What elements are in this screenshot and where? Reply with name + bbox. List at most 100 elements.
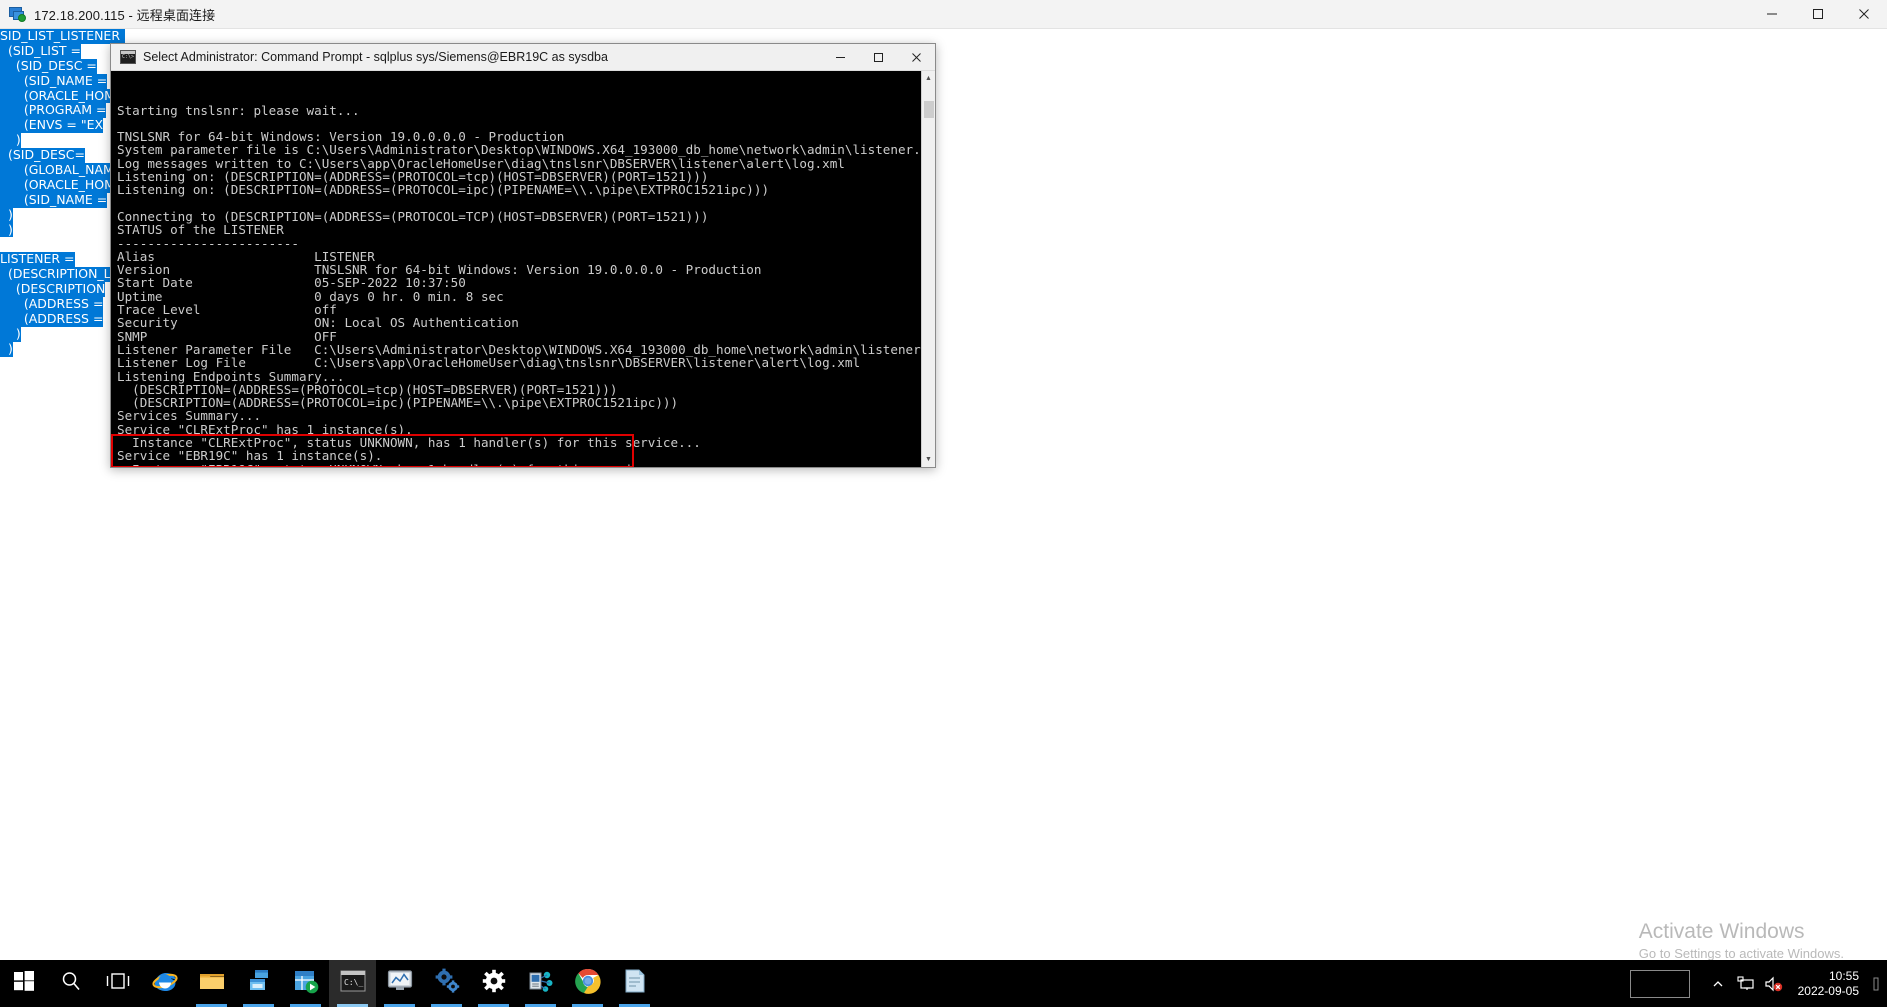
console-line: Alias LISTENER [117,248,375,264]
console-line: SNMP OFF [117,328,337,344]
volume-muted-icon[interactable] [1760,960,1788,1007]
taskbar-item-database-tool[interactable] [282,960,329,1007]
clock-time: 10:55 [1828,968,1859,983]
listener-ora-editor-text[interactable]: SID_LIST_LISTENER = (SID_LIST = (SID_DES… [0,29,125,357]
selected-text: (SID_DESC = [0,57,97,74]
editor-line: ) [0,325,125,342]
taskbar-item-settings-app[interactable] [470,960,517,1007]
selected-text: ) [0,132,21,149]
console-titlebar[interactable]: Select Administrator: Command Prompt - s… [111,44,935,71]
database-play-icon [293,968,319,999]
clock[interactable]: 10:55 2022-09-05 [1788,960,1871,1007]
taskbar-item-settings-gears[interactable] [423,960,470,1007]
console-output-text[interactable]: Starting tnslsnr: please wait... TNSLSNR… [111,71,921,467]
network-config-icon [528,968,554,999]
console-line: Instance "EBR19C", status UNKNOWN, has 1… [117,462,921,467]
selected-text: (GLOBAL_NAME [0,162,122,178]
notification-center-button[interactable] [1871,960,1881,1007]
network-icon[interactable] [1732,960,1760,1007]
scroll-up-arrow-icon[interactable]: ▲ [922,71,936,86]
editor-line: (ADDRESS = [0,296,125,312]
selected-text: ) [0,206,13,223]
selected-text: (DESCRIPTION_LI [0,266,115,283]
editor-line: (ADDRESS = [0,310,125,327]
console-line: Security ON: Local OS Authentication [117,315,519,331]
rdp-window-controls [1749,0,1887,29]
taskbar-item-command-prompt[interactable]: C:\_ [329,960,376,1007]
editor-line: (DESCRIPTION [0,281,125,298]
monitor-chart-icon [387,969,413,998]
editor-line: (SID_NAME = [0,192,125,208]
taskbar-item-search-button[interactable] [47,960,94,1007]
selected-text: SID_LIST_LISTENER = [0,29,125,44]
sql-developer-icon [246,968,272,999]
tray-input-indicator[interactable] [1629,969,1690,998]
rdp-close-button[interactable] [1841,0,1887,29]
console-window-controls [821,44,935,71]
editor-line: SID_LIST_LISTENER = [0,29,125,44]
show-hidden-icons-button[interactable] [1704,960,1732,1007]
console-line: Version TNSLSNR for 64-bit Windows: Vers… [117,262,762,278]
editor-line: (PROGRAM = [0,103,125,119]
taskbar-item-start-button[interactable] [0,960,47,1007]
selected-text: ) [0,325,21,342]
taskbar-item-notepad[interactable] [611,960,658,1007]
console-line: Connecting to (DESCRIPTION=(ADDRESS=(PRO… [117,208,709,224]
console-close-button[interactable] [897,44,935,71]
console-line: Listening on: (DESCRIPTION=(ADDRESS=(PRO… [117,182,770,198]
taskbar-item-sql-developer[interactable] [235,960,282,1007]
rdp-titlebar[interactable]: 172.18.200.115 - 远程桌面连接 [0,0,1887,29]
console-line: Services Summary... [117,408,262,424]
scrollbar-track[interactable] [921,86,935,452]
taskbar-item-file-explorer[interactable] [188,960,235,1007]
console-line: Trace Level off [117,302,337,318]
taskbar-item-task-view-button[interactable] [94,960,141,1007]
editor-line: ) [0,340,125,357]
console-line: ------------------------ [117,235,299,251]
rdp-maximize-button[interactable] [1795,0,1841,29]
scrollbar-thumb[interactable] [924,101,934,118]
activate-windows-watermark: Activate Windows Go to Settings to activ… [1639,919,1844,963]
taskbar-item-monitor-tool[interactable] [376,960,423,1007]
console-maximize-button[interactable] [859,44,897,71]
command-prompt-window[interactable]: Select Administrator: Command Prompt - s… [110,43,936,468]
console-title-text: Select Administrator: Command Prompt - s… [143,50,608,64]
editor-line: (SID_NAME = [0,72,125,89]
console-line: Listener Parameter File C:\Users\Adminis… [117,341,921,357]
console-line: Service "EBR19C" has 1 instance(s). [117,448,383,464]
svg-text:C:\_: C:\_ [344,978,363,987]
console-minimize-button[interactable] [821,44,859,71]
console-vertical-scrollbar[interactable]: ▲ ▼ [921,71,935,467]
console-line: Service "CLRExtProc" has 1 instance(s). [117,421,413,437]
selected-text: (SID_NAME = [0,72,108,89]
remote-desktop-canvas[interactable]: SID_LIST_LISTENER = (SID_LIST = (SID_DES… [0,29,1887,1007]
command-prompt-icon: C:\_ [340,970,366,997]
gears-icon [434,968,460,999]
rdp-minimize-button[interactable] [1749,0,1795,29]
scroll-down-arrow-icon[interactable]: ▼ [922,452,936,467]
clock-date: 2022-09-05 [1797,983,1859,998]
editor-line: (GLOBAL_NAME [0,162,125,178]
editor-line: (SID_LIST = [0,43,125,59]
console-line: Start Date 05-SEP-2022 10:37:50 [117,275,466,291]
console-line: Log messages written to C:\Users\app\Ora… [117,155,845,171]
taskbar[interactable]: C:\_ 10:55 2022-09-05 [0,960,1887,1007]
selected-text: (ORACLE_HOME [0,176,123,193]
taskbar-items: C:\_ [0,960,658,1007]
selected-text: (ORACLE_HOME [0,87,123,104]
console-line: Uptime 0 days 0 hr. 0 min. 8 sec [117,288,504,304]
selected-text: ) [0,340,13,357]
console-body[interactable]: Starting tnslsnr: please wait... TNSLSNR… [111,71,935,467]
selected-text: (DESCRIPTION [0,281,106,298]
system-tray: 10:55 2022-09-05 [1629,960,1887,1007]
taskbar-item-network-config[interactable] [517,960,564,1007]
console-line: Starting tnslsnr: please wait... [117,102,360,118]
gear-icon [482,969,506,998]
editor-line: ) [0,206,125,223]
selected-text: (ENVS = "EX [0,117,104,134]
taskbar-item-internet-explorer[interactable] [141,960,188,1007]
selected-text: (ADDRESS = [0,310,104,327]
taskbar-item-google-chrome[interactable] [564,960,611,1007]
